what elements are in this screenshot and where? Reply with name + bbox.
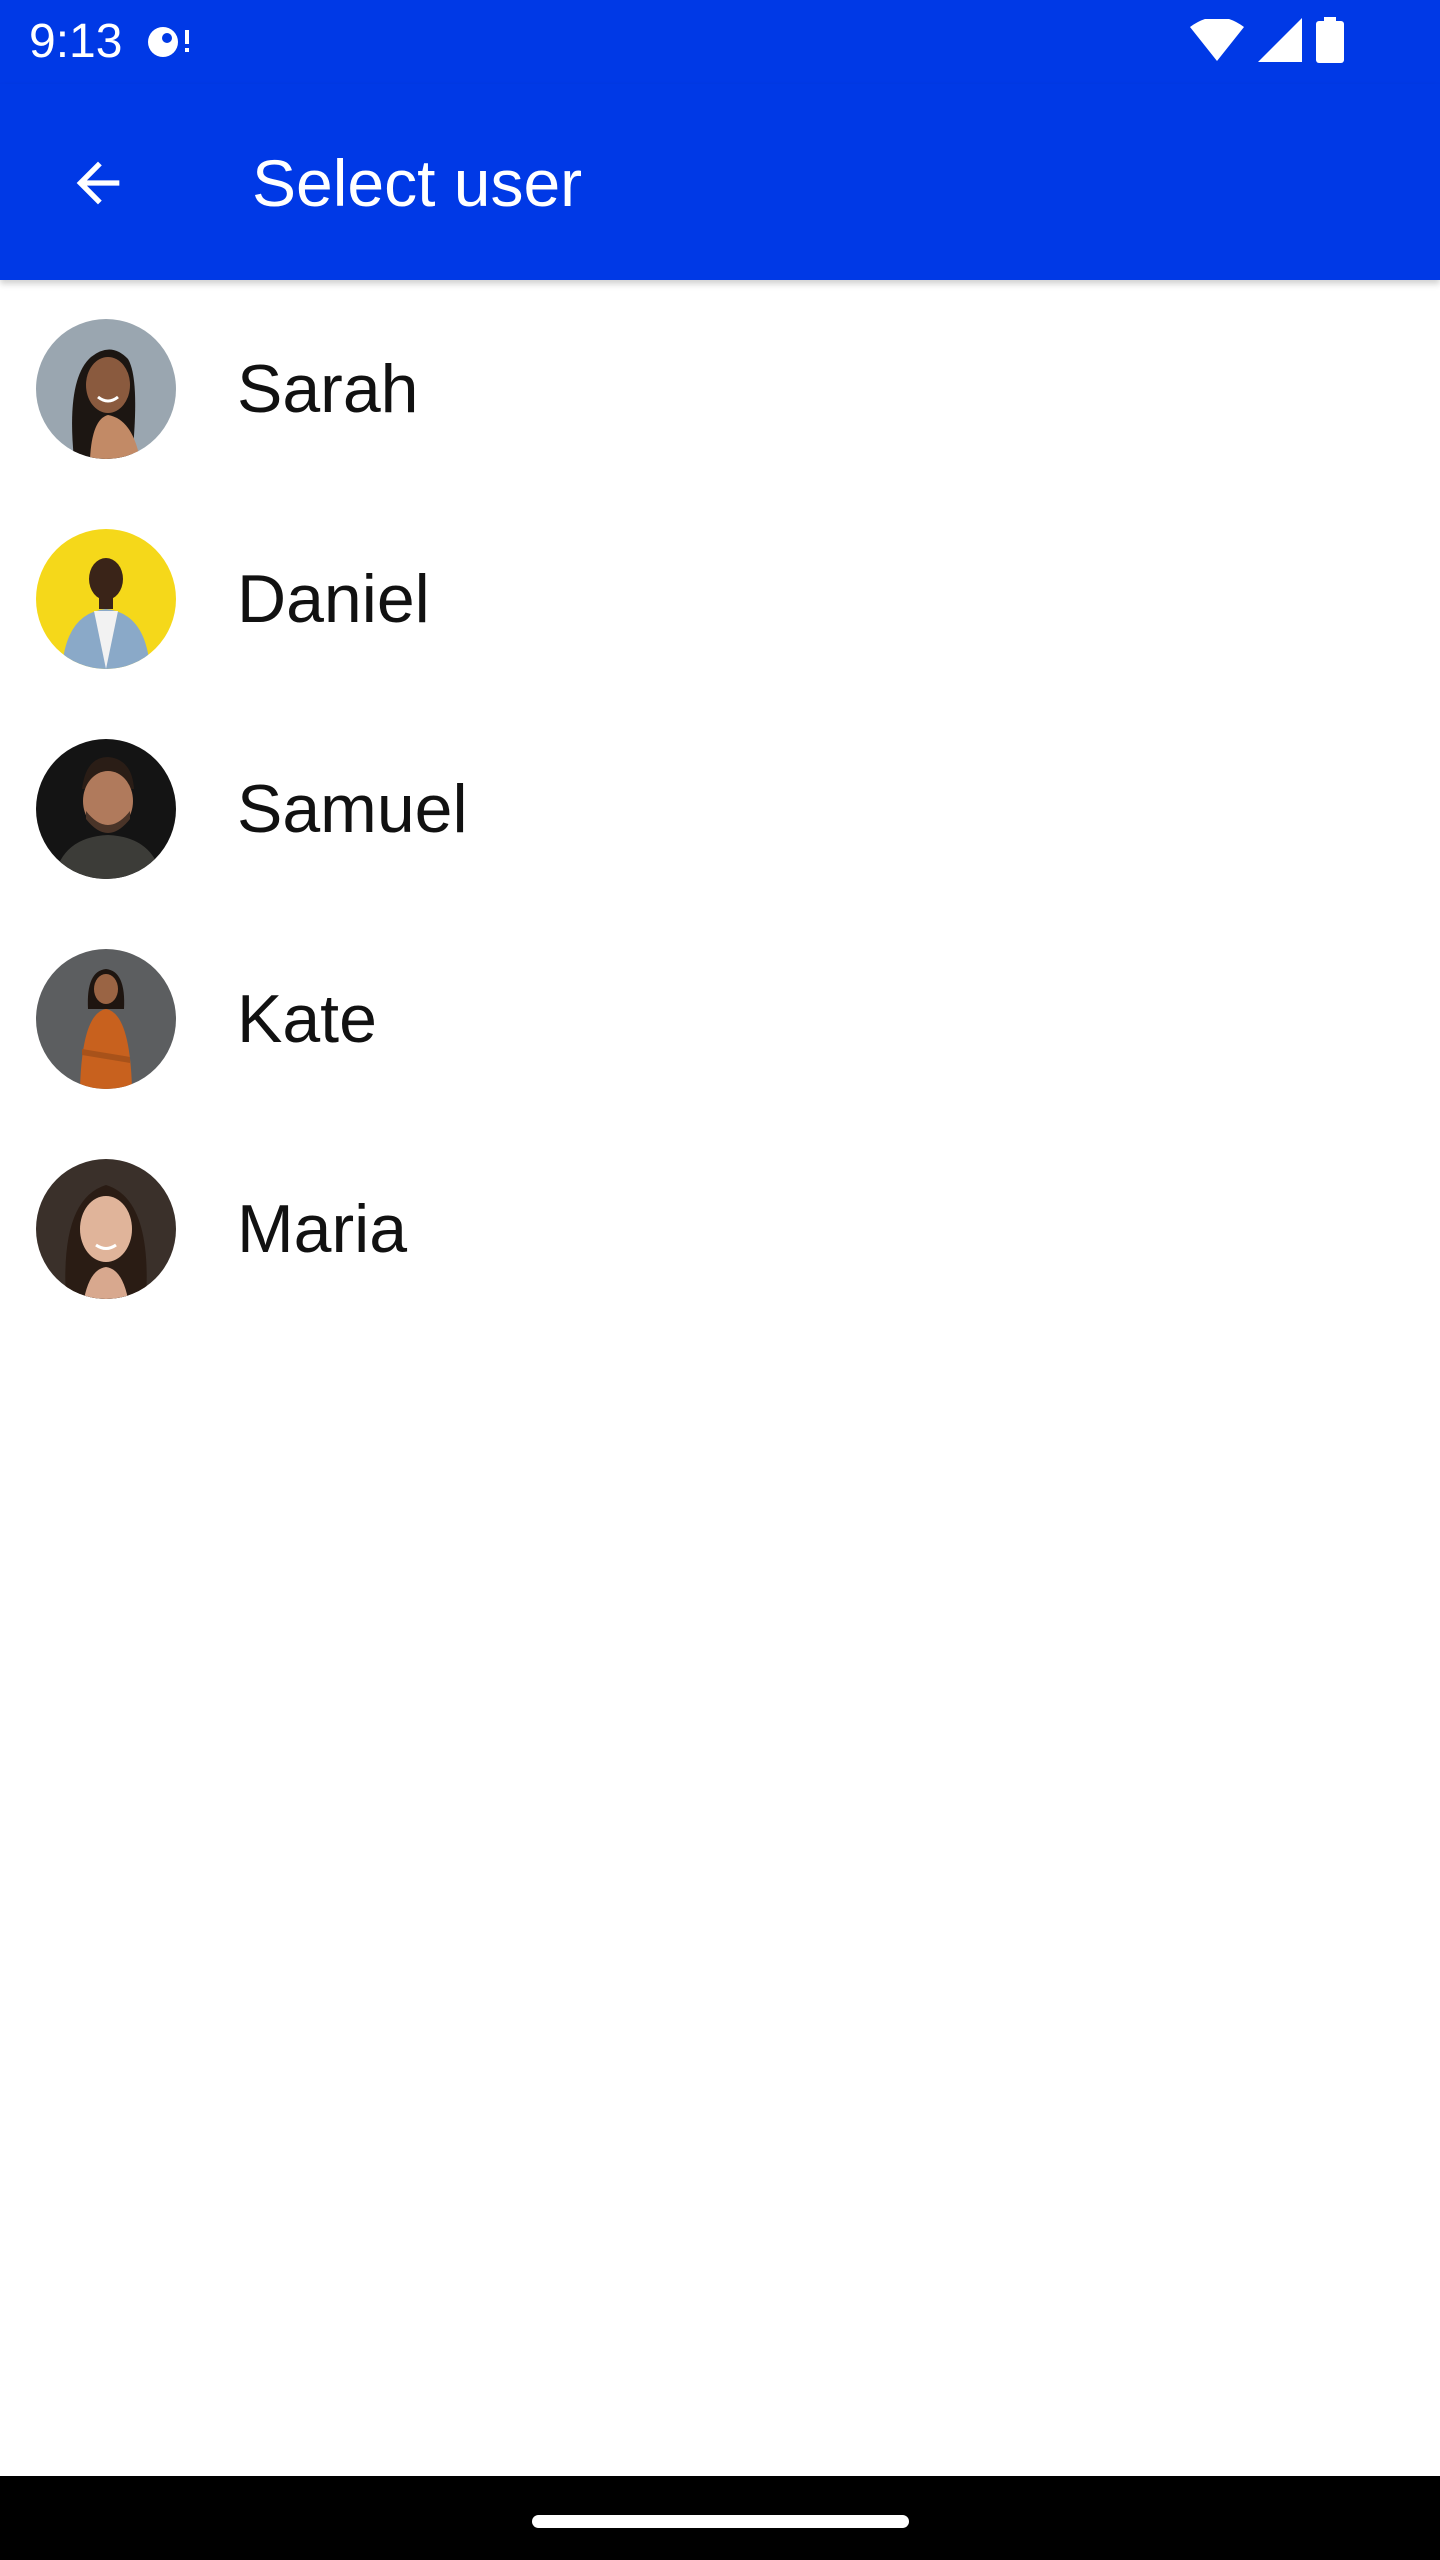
avatar [36, 529, 176, 669]
battery-icon [1316, 16, 1344, 68]
user-item-sarah[interactable]: Sarah [0, 284, 1440, 494]
user-name: Kate [237, 981, 377, 1057]
user-name: Samuel [237, 771, 468, 847]
user-name: Maria [237, 1191, 408, 1267]
notification-icon [143, 22, 193, 62]
cell-signal-icon [1258, 17, 1302, 67]
wifi-icon [1190, 16, 1244, 66]
user-list: Sarah Daniel Samuel Kate Maria [0, 280, 1440, 1334]
arrow-back-icon [66, 151, 130, 220]
home-handle[interactable] [532, 2515, 909, 2528]
user-item-maria[interactable]: Maria [0, 1124, 1440, 1334]
status-icons [1190, 16, 1344, 68]
user-item-daniel[interactable]: Daniel [0, 494, 1440, 704]
back-button[interactable] [50, 137, 146, 233]
status-time: 9:13 [29, 15, 123, 68]
user-item-samuel[interactable]: Samuel [0, 704, 1440, 914]
user-name: Daniel [237, 561, 430, 637]
avatar [36, 739, 176, 879]
system-navigation-bar [0, 2476, 1440, 2560]
user-name: Sarah [237, 351, 419, 427]
page-title: Select user [252, 146, 583, 220]
app-bar: Select user [0, 84, 1440, 280]
status-bar: 9:13 [0, 0, 1440, 84]
avatar [36, 949, 176, 1089]
user-item-kate[interactable]: Kate [0, 914, 1440, 1124]
avatar [36, 319, 176, 459]
avatar [36, 1159, 176, 1299]
